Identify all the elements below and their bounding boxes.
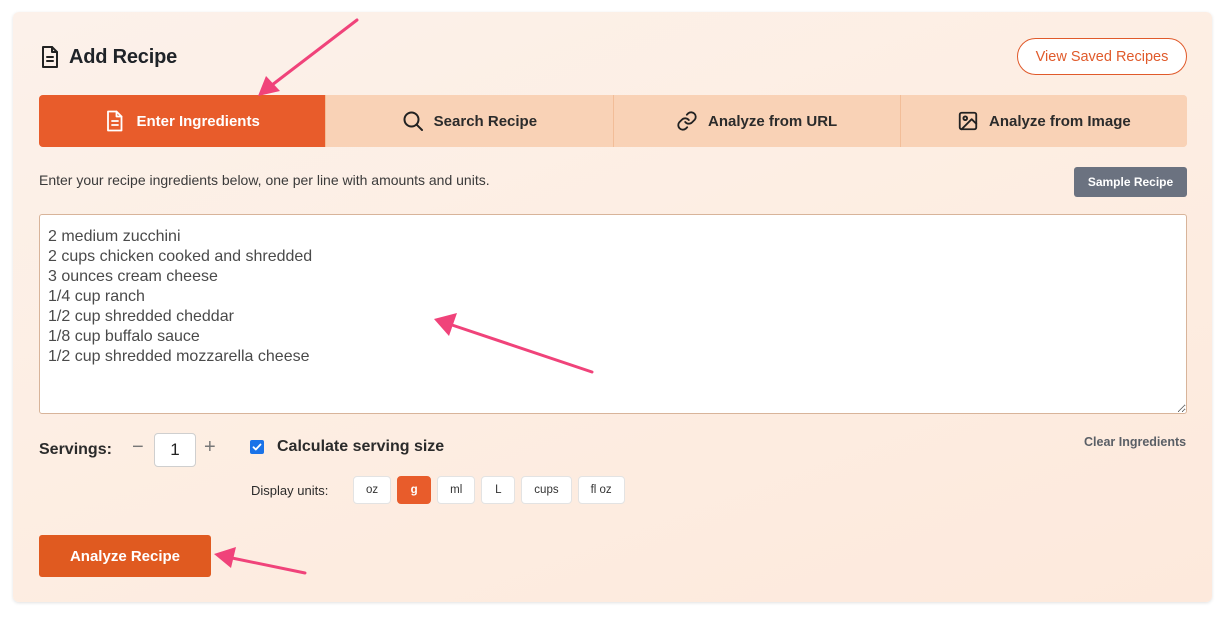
clear-ingredients-link[interactable]: Clear Ingredients — [1084, 435, 1186, 449]
display-units-group: oz g ml L cups fl oz — [353, 476, 625, 504]
tab-analyze-from-url[interactable]: Analyze from URL — [613, 95, 901, 147]
tab-label: Analyze from Image — [989, 112, 1131, 130]
link-icon — [676, 110, 698, 132]
unit-option-l[interactable]: L — [481, 476, 516, 504]
servings-label: Servings: — [39, 441, 112, 458]
tab-label: Search Recipe — [433, 112, 538, 130]
add-recipe-card: Add Recipe View Saved Recipes Enter Ingr… — [13, 12, 1212, 602]
sample-recipe-button[interactable]: Sample Recipe — [1074, 167, 1187, 197]
tab-analyze-from-image[interactable]: Analyze from Image — [900, 95, 1187, 147]
unit-option-g[interactable]: g — [397, 476, 432, 504]
analyze-recipe-button[interactable]: Analyze Recipe — [39, 535, 211, 577]
search-icon — [402, 110, 424, 132]
checkmark-icon — [252, 443, 262, 451]
calculate-serving-size-label[interactable]: Calculate serving size — [277, 438, 444, 456]
tab-enter-ingredients[interactable]: Enter Ingredients — [39, 95, 327, 147]
page-title: Add Recipe — [39, 45, 177, 69]
input-mode-tabs: Enter Ingredients Search Recipe Analyze … — [39, 95, 1187, 147]
unit-option-cups[interactable]: cups — [521, 476, 572, 504]
instructions-text: Enter your recipe ingredients below, one… — [39, 172, 490, 188]
servings-input[interactable] — [154, 433, 196, 467]
image-icon — [957, 110, 979, 132]
tab-label: Enter Ingredients — [136, 112, 260, 130]
tab-label: Analyze from URL — [708, 112, 838, 130]
unit-option-fl-oz[interactable]: fl oz — [577, 476, 625, 504]
document-icon — [39, 45, 61, 69]
ingredients-textarea[interactable]: 2 medium zucchini 2 cups chicken cooked … — [39, 214, 1187, 414]
page-title-text: Add Recipe — [69, 45, 178, 68]
view-saved-recipes-button[interactable]: View Saved Recipes — [1017, 38, 1187, 75]
tab-search-recipe[interactable]: Search Recipe — [326, 95, 614, 147]
servings-increment-button[interactable]: + — [204, 436, 216, 459]
calculate-serving-size-checkbox[interactable] — [250, 440, 264, 454]
servings-decrement-button[interactable]: − — [132, 436, 144, 459]
unit-option-ml[interactable]: ml — [437, 476, 476, 504]
document-icon — [104, 110, 126, 132]
unit-option-oz[interactable]: oz — [353, 476, 392, 504]
display-units-label: Display units: — [251, 483, 329, 498]
